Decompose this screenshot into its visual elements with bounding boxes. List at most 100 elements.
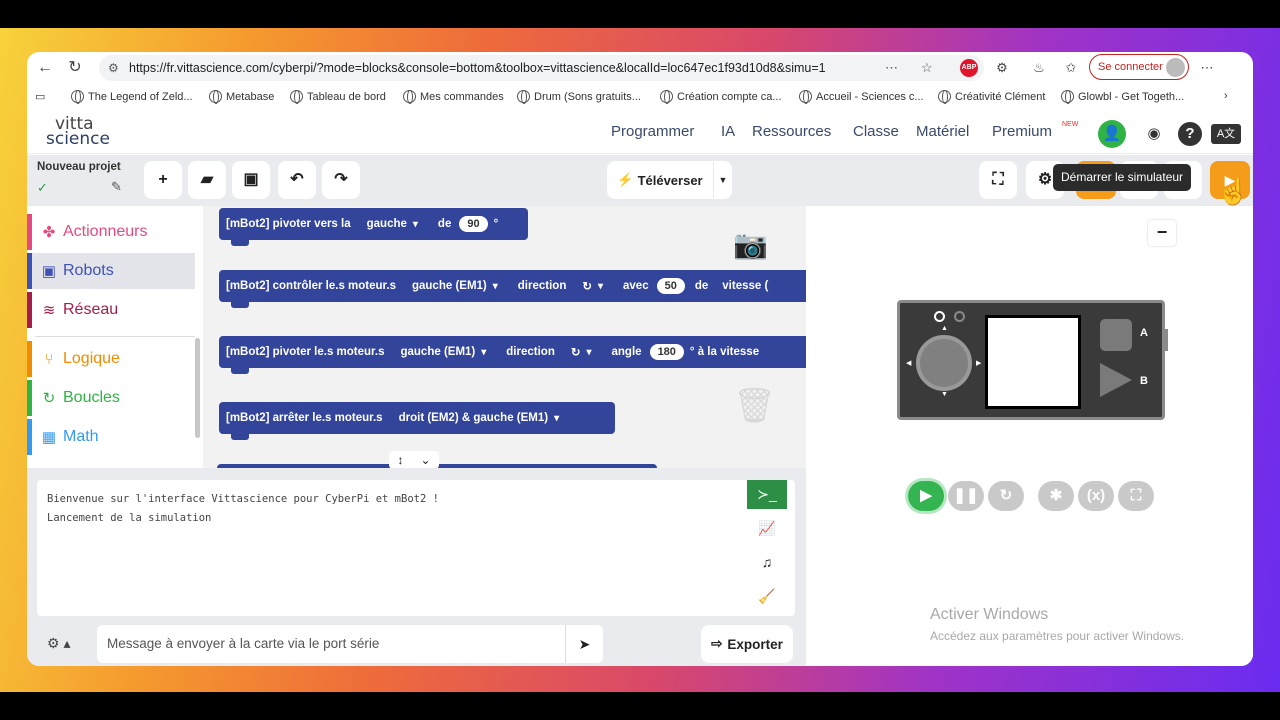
language-icon[interactable]: A文 [1211,124,1241,144]
sim-fullscreen-button[interactable]: ⛶ [1118,481,1154,511]
variables-button[interactable]: (x) [1078,481,1114,511]
speed-input[interactable]: 50 [656,278,685,294]
rotation-dropdown[interactable]: ↻ [576,279,609,293]
bookmark-item[interactable]: Tableau de bord [290,90,386,104]
serial-settings-icon[interactable]: ⚙ ▴ [47,635,70,652]
music-tab[interactable]: ♫ [747,548,787,577]
angle-input[interactable]: 180 [649,344,684,360]
fullscreen-button[interactable]: ⛶ [979,161,1017,199]
upload-dropdown[interactable]: ▼ [714,161,732,199]
menu-materiel[interactable]: Matériel [916,123,969,140]
bookmark-item[interactable]: Mes commandes [403,90,504,104]
pause-button[interactable]: ❚❚ [948,481,984,511]
profile-avatar [1166,58,1185,77]
activate-windows-title: Activer Windows [930,606,1049,623]
activate-windows-subtitle: Accédez aux paramètres pour activer Wind… [930,629,1185,643]
site-info-icon[interactable]: ⚙ [108,61,119,75]
plot-tab[interactable]: 📈 [747,514,787,543]
performance-icon[interactable]: ♨ [1030,59,1048,77]
undo-button[interactable]: ↶ [278,161,316,199]
category-actionneurs[interactable]: ✤ Actionneurs [27,214,195,250]
edit-project-icon[interactable]: ✎ [111,179,122,195]
joystick-left-icon: ◀ [906,360,912,367]
joystick[interactable] [916,335,972,391]
category-divider [35,336,195,337]
premium-new-badge: NEW [1062,121,1079,128]
send-icon[interactable]: ➤ [565,625,603,663]
block-pivot-direction[interactable]: [mBot2] pivoter vers la gauche de 90 ° [219,208,528,246]
adblock-icon[interactable]: ABP [960,59,978,77]
bookmark-item[interactable]: Créativité Clément [938,90,1045,104]
block-control-motors[interactable]: [mBot2] contrôler le.s moteur.s gauche (… [219,270,806,308]
upload-button[interactable]: ⚡ Téléverser [607,161,713,199]
motor-dropdown[interactable]: gauche (EM1) [406,280,504,292]
redo-button[interactable]: ↷ [322,161,360,199]
star-icon[interactable]: ☆ [921,60,933,76]
open-folder-button[interactable]: ▰ [188,161,226,199]
bookmark-item[interactable]: The Legend of Zeld... [71,90,193,104]
category-boucles[interactable]: ↻ Boucles [27,380,195,416]
bookmark-item[interactable]: Création compte ca... [660,90,782,104]
joystick-right-icon: ▶ [976,360,982,367]
user-account-icon[interactable]: 👤 [1098,120,1126,148]
save-button[interactable]: ▣ [232,161,270,199]
bookmarks-bar: ▭ The Legend of Zeld... Metabase Tableau… [27,86,1253,110]
bookmark-item[interactable]: Metabase [209,90,274,104]
console-sidebar: ≻_ 📈 ♫ 🧹 [747,480,795,616]
debug-button[interactable]: ✱ [1038,481,1074,511]
rotation-dropdown[interactable]: ↻ [565,345,598,359]
favorites-icon[interactable]: ✩ [1062,59,1080,77]
zoom-out-button[interactable]: − [1148,220,1176,246]
menu-premium[interactable]: Premium [992,123,1052,140]
block-rotate-motors[interactable]: [mBot2] pivoter le.s moteur.s gauche (EM… [219,336,806,374]
clear-console-icon[interactable]: 🧹 [747,582,787,611]
menu-classe[interactable]: Classe [853,123,899,140]
serial-input[interactable]: Message à envoyer à la carte via le port… [97,625,565,663]
category-robots[interactable]: ▣ Robots [27,253,195,289]
back-icon[interactable]: ← [35,58,55,78]
category-logique[interactable]: ⑂ Logique [27,341,195,377]
cyberpi-screen [985,315,1081,409]
signin-label: Se connecter [1098,61,1163,73]
reload-icon[interactable]: ↻ [65,58,85,78]
menu-ressources[interactable]: Ressources [752,123,831,140]
terminal-tab[interactable]: ≻_ [747,480,787,509]
help-icon[interactable]: ? [1178,122,1202,146]
signin-button[interactable]: Se connecter [1089,54,1189,80]
menu-ia[interactable]: IA [721,123,735,140]
block-stop-motors[interactable]: [mBot2] arrêter le.s moteur.s droit (EM2… [219,402,615,440]
direction-dropdown[interactable]: gauche [361,218,424,230]
accessibility-icon[interactable]: ◉ [1140,120,1168,148]
project-name[interactable]: Nouveau projet [37,161,121,173]
restart-button[interactable]: ↻ [988,481,1024,511]
angle-input[interactable]: 90 [459,216,488,232]
resize-handle[interactable]: ↕ ⌄ [389,451,439,468]
motor-dropdown[interactable]: droit (EM2) & gauche (EM1) [393,412,566,424]
button-b[interactable] [1100,363,1132,397]
url-bar[interactable]: ⚙ https://fr.vittascience.com/cyberpi/?m… [99,55,984,81]
site-header: vitta science Programmer IA Ressources C… [27,112,1253,154]
category-reseau[interactable]: ≋ Réseau [27,292,195,328]
bookmark-item[interactable]: Accueil - Sciences c... [799,90,924,104]
bookmark-item[interactable]: Glowbl - Get Togeth... [1061,90,1184,104]
new-project-button[interactable]: + [144,161,182,199]
blockly-workspace[interactable]: 📷 🗑 [mBot2] pivoter vers la gauche de 90… [203,206,806,468]
motor-dropdown[interactable]: gauche (EM1) [394,346,492,358]
reading-mode-icon[interactable]: ▭ [35,90,45,103]
bookmarks-more-icon[interactable]: › [1224,90,1228,102]
trash-icon[interactable]: 🗑 [733,386,776,426]
browser-menu-icon[interactable]: ⋯ [1198,59,1216,77]
collapse-icon[interactable]: ⌄ [420,453,430,467]
categories-scrollbar[interactable] [195,338,200,438]
vittascience-logo[interactable]: vitta science [46,116,110,148]
math-icon: ▦ [41,429,57,446]
bookmark-item[interactable]: Drum (Sons gratuits... [517,90,641,104]
export-button[interactable]: ⇨ Exporter [701,625,793,663]
play-button[interactable]: ▶ [908,481,944,511]
button-a[interactable] [1100,319,1132,351]
more-options-icon[interactable]: ⋯ [885,60,898,76]
menu-programmer[interactable]: Programmer [611,123,694,140]
export-icon: ⇨ [711,636,723,651]
extension-icon[interactable]: ⚙ [993,59,1011,77]
category-math[interactable]: ▦ Math [27,419,195,455]
